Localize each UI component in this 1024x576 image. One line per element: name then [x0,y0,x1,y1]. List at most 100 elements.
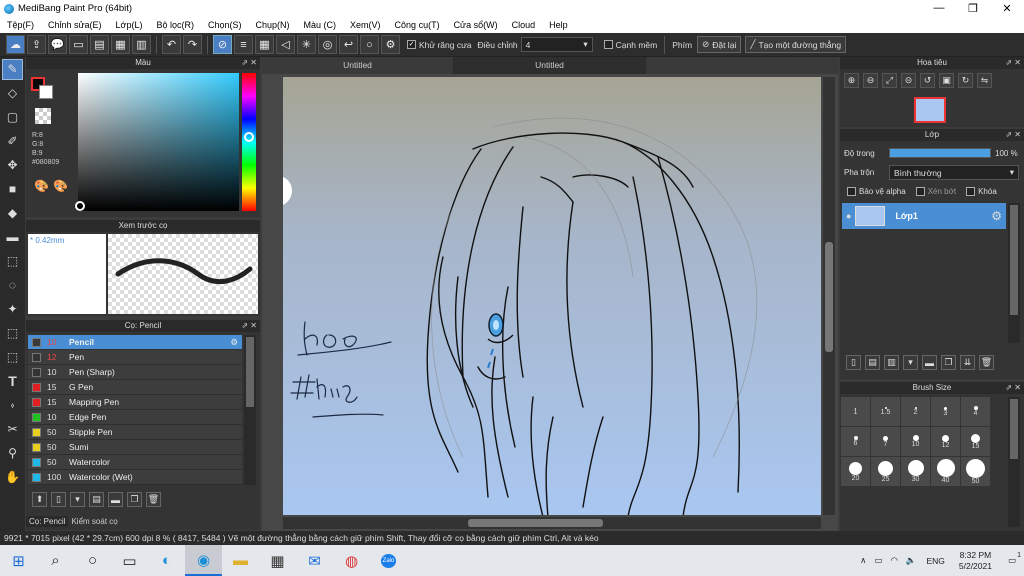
hue-slider[interactable] [242,73,256,211]
dot-tool-icon[interactable]: ✐ [2,131,23,152]
brush-item-sumi[interactable]: 50 Sumi [28,440,242,455]
add-brush-icon[interactable]: ⬆ [32,492,47,507]
brush-size-25[interactable]: 25 [871,457,900,486]
trash-icon[interactable]: 🗑 [979,355,994,370]
menu-tools[interactable]: Công cụ(T) [388,20,447,30]
chrome-icon[interactable]: ◍ [333,545,370,576]
redo-icon[interactable]: ↷ [183,35,202,54]
brush-import-icon[interactable]: ▤ [89,492,104,507]
menu-select[interactable]: Chọn(S) [201,20,249,30]
trash-icon[interactable]: 🗑 [146,492,161,507]
color-picker-handle[interactable] [75,201,85,211]
message-icon[interactable]: ▭ [69,35,88,54]
menu-color[interactable]: Màu (C) [297,20,344,30]
maximize-button[interactable]: ❐ [956,2,990,15]
bucket-tool-icon[interactable]: ◆ [2,203,23,224]
navigator-thumbnail[interactable] [914,97,946,123]
brush-size-6[interactable]: 6 [841,427,870,456]
brush-size-2[interactable]: 2 [901,397,930,426]
circle-snap-icon[interactable]: ○ [360,35,379,54]
chevron-up-icon[interactable]: ∧ [860,555,866,566]
layer-options-icon[interactable]: ▾ [903,355,918,370]
color-history-icon[interactable]: 🎨 [53,179,68,193]
brush-item-mapping-pen[interactable]: 15 Mapping Pen [28,395,242,410]
cloud-icon[interactable]: ☁ [6,35,25,54]
undo-icon[interactable]: ↶ [162,35,181,54]
rotate-right-icon[interactable]: ↻ [958,73,973,88]
edge-browser-icon[interactable]: ◐ [148,545,185,576]
menu-layer[interactable]: Lớp(L) [109,20,150,30]
brush-size-scrollbar[interactable] [1008,397,1020,527]
folder-icon[interactable]: ▬ [922,355,937,370]
blend-mode-dropdown[interactable]: Bình thường ▾ [889,165,1019,180]
brush-size-4[interactable]: 4 [961,397,990,426]
concentric-snap-icon[interactable]: ◎ [318,35,337,54]
canvas-horizontal-scrollbar[interactable] [283,517,821,529]
radial-snap-icon[interactable]: ✳ [297,35,316,54]
menu-window[interactable]: Cửa sổ(W) [447,20,505,30]
windows-start-icon[interactable]: ⊞ [0,545,37,576]
new-halftone-layer-icon[interactable]: ▤ [865,355,880,370]
vertical-scroll-thumb[interactable] [825,242,833,352]
opacity-slider[interactable] [889,148,991,158]
perspective-snap-icon[interactable]: ◁ [276,35,295,54]
antialias-checkbox[interactable]: ✓ [407,40,416,49]
task-view-icon[interactable]: ▭ [111,545,148,576]
merge-down-icon[interactable]: ⇊ [960,355,975,370]
page-icon[interactable]: ▤ [90,35,109,54]
folder-icon[interactable]: ▬ [108,492,123,507]
search-icon[interactable]: ⌕ [37,545,74,576]
film-icon[interactable]: ▥ [132,35,151,54]
tab-brush-control[interactable]: Kiểm soát cọ [68,516,120,527]
operation-tool-icon[interactable]: ⬫ [2,395,23,416]
rotate-left-icon[interactable]: ↺ [920,73,935,88]
brush-tool-icon[interactable]: ✎ [2,58,23,80]
brush-size-10[interactable]: 10 [901,427,930,456]
zoom-minus-icon[interactable]: ⊝ [901,73,916,88]
lock-checkbox[interactable] [966,187,976,196]
menu-view[interactable]: Xem(V) [343,20,388,30]
mail-icon[interactable]: ✉ [296,545,333,576]
eyedropper-tool-icon[interactable]: ⚲ [2,443,23,464]
actual-size-icon[interactable]: ▣ [939,73,954,88]
gradient-tool-icon[interactable]: ▬ [2,227,23,248]
drawing-canvas[interactable] [283,77,821,515]
menu-file[interactable]: Tệp(F) [0,20,41,30]
brush-list-scrollbar[interactable] [244,335,256,485]
zoom-out-icon[interactable]: ⊖ [863,73,878,88]
transparent-color-swatch[interactable] [35,108,51,124]
clip-checkbox[interactable] [915,187,925,196]
magic-wand-tool-icon[interactable]: ✦ [2,299,23,320]
minimize-button[interactable]: — [922,2,956,15]
wifi-icon[interactable]: ◠ [890,555,897,566]
clock[interactable]: 8:32 PM 5/2/2021 [959,550,992,572]
cortana-icon[interactable]: ○ [74,545,111,576]
network-icon[interactable]: ▭ [874,555,882,566]
input-language[interactable]: ENG [926,556,944,566]
medibang-app-icon[interactable]: ◉ [185,545,222,576]
rectangle-tool-icon[interactable]: ▢ [2,107,23,128]
background-color-swatch[interactable] [39,85,53,99]
brush-item-pen[interactable]: 12 Pen [28,350,242,365]
brush-size-40[interactable]: 40 [931,457,960,486]
brush-size-1-5[interactable]: 1.5 [871,397,900,426]
panel-controls-icon[interactable]: ⇗ ✕ [1005,382,1021,394]
brush-item-edge-pen[interactable]: 10 Edge Pen [28,410,242,425]
select-eraser-icon[interactable]: ⬚ [2,347,23,368]
canvas-vertical-scrollbar[interactable] [823,77,835,515]
menu-capture[interactable]: Chụp(N) [249,20,297,30]
zalo-icon[interactable]: Zalo [370,545,407,576]
straight-line-button[interactable]: ╱ Tạo một đường thẳng [745,36,847,53]
brush-size-30[interactable]: 30 [901,457,930,486]
layer-row-layer1[interactable]: ● Lớp1 ⚙ [842,203,1006,229]
menu-cloud[interactable]: Cloud [505,20,543,30]
flip-icon[interactable]: ⇋ [977,73,992,88]
divide-tool-icon[interactable]: ✂ [2,419,23,440]
brush-size-20[interactable]: 20 [841,457,870,486]
menu-edit[interactable]: Chỉnh sửa(E) [41,20,109,30]
panel-controls-icon[interactable]: ⇗ ✕ [1005,129,1021,141]
horizontal-scroll-thumb[interactable] [468,519,603,527]
brush-item-stipple-pen[interactable]: 50 Stipple Pen [28,425,242,440]
brush-size-1[interactable]: 1 [841,397,870,426]
text-tool-icon[interactable]: T [2,371,23,392]
